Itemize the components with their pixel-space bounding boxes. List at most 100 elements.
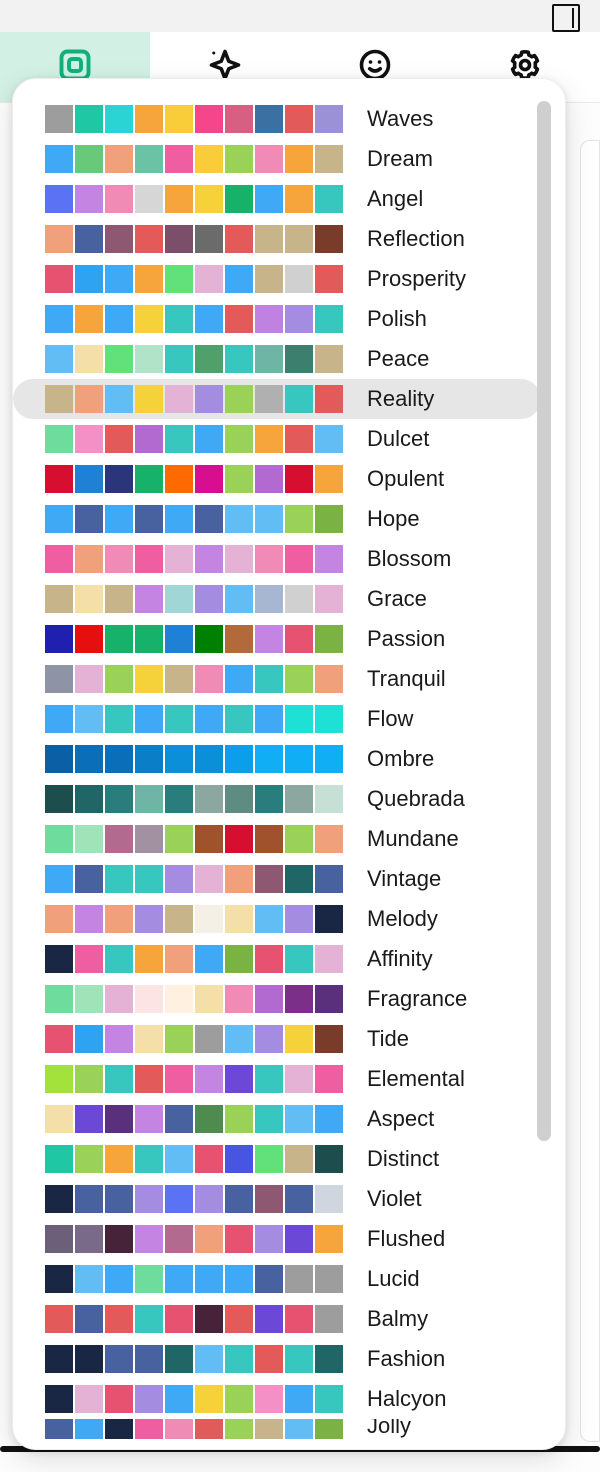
color-swatch (165, 265, 193, 293)
palette-swatches (45, 1265, 345, 1293)
color-swatch (195, 1065, 223, 1093)
side-panel-peek (580, 140, 600, 1442)
color-swatch (195, 505, 223, 533)
color-swatch (255, 785, 283, 813)
color-swatch (105, 1185, 133, 1213)
color-swatch (255, 1025, 283, 1053)
palette-swatches (45, 305, 345, 333)
palette-row[interactable]: Flow (13, 699, 541, 739)
palette-row[interactable]: Fragrance (13, 979, 541, 1019)
color-swatch (225, 425, 253, 453)
color-swatch (135, 745, 163, 773)
color-swatch (105, 505, 133, 533)
color-swatch (195, 1345, 223, 1373)
palette-row[interactable]: Dulcet (13, 419, 541, 459)
color-swatch (75, 1419, 103, 1439)
palette-row[interactable]: Reality (13, 379, 541, 419)
palette-name: Grace (367, 586, 427, 612)
palette-row[interactable]: Halcyon (13, 1379, 541, 1419)
palette-row[interactable]: Flushed (13, 1219, 541, 1259)
color-swatch (225, 1419, 253, 1439)
palette-name: Fragrance (367, 986, 467, 1012)
color-swatch (135, 1385, 163, 1413)
color-swatch (195, 985, 223, 1013)
palette-row[interactable]: Reflection (13, 219, 541, 259)
palette-row[interactable]: Tide (13, 1019, 541, 1059)
color-swatch (165, 1065, 193, 1093)
palette-swatches (45, 1305, 345, 1333)
color-swatch (315, 1065, 343, 1093)
palette-row[interactable]: Violet (13, 1179, 541, 1219)
palette-name: Melody (367, 906, 438, 932)
palette-row[interactable]: Distinct (13, 1139, 541, 1179)
color-swatch (255, 185, 283, 213)
palette-row[interactable]: Jolly (13, 1419, 541, 1439)
palette-row[interactable]: Elemental (13, 1059, 541, 1099)
palette-row[interactable]: Aspect (13, 1099, 541, 1139)
palette-row[interactable]: Peace (13, 339, 541, 379)
color-swatch (165, 305, 193, 333)
palette-row[interactable]: Waves (13, 99, 541, 139)
color-swatch (45, 1345, 73, 1373)
color-swatch (225, 585, 253, 613)
color-swatch (105, 1419, 133, 1439)
color-swatch (105, 1345, 133, 1373)
color-swatch (45, 825, 73, 853)
color-swatch (225, 1105, 253, 1133)
palette-row[interactable]: Dream (13, 139, 541, 179)
palette-row[interactable]: Vintage (13, 859, 541, 899)
palette-name: Halcyon (367, 1386, 446, 1412)
color-swatch (165, 225, 193, 253)
panel-layout-icon[interactable] (552, 4, 580, 32)
palette-row[interactable]: Prosperity (13, 259, 541, 299)
palette-row[interactable]: Opulent (13, 459, 541, 499)
color-swatch (45, 625, 73, 653)
color-swatch (105, 785, 133, 813)
palette-name: Jolly (367, 1419, 411, 1439)
color-swatch (285, 985, 313, 1013)
color-swatch (225, 385, 253, 413)
color-swatch (135, 665, 163, 693)
color-swatch (255, 465, 283, 493)
palette-row[interactable]: Quebrada (13, 779, 541, 819)
color-swatch (75, 265, 103, 293)
color-swatch (165, 465, 193, 493)
color-swatch (165, 785, 193, 813)
palette-row[interactable]: Mundane (13, 819, 541, 859)
palette-row[interactable]: Grace (13, 579, 541, 619)
color-swatch (225, 1145, 253, 1173)
scrollbar-thumb[interactable] (537, 101, 551, 1141)
palette-row[interactable]: Passion (13, 619, 541, 659)
palette-row[interactable]: Blossom (13, 539, 541, 579)
palette-swatches (45, 825, 345, 853)
color-swatch (315, 1105, 343, 1133)
color-swatch (315, 185, 343, 213)
color-swatch (165, 945, 193, 973)
palette-swatches (45, 1025, 345, 1053)
palette-row[interactable]: Polish (13, 299, 541, 339)
color-swatch (75, 785, 103, 813)
color-swatch (285, 385, 313, 413)
palette-row[interactable]: Ombre (13, 739, 541, 779)
palette-row[interactable]: Affinity (13, 939, 541, 979)
palette-row[interactable]: Tranquil (13, 659, 541, 699)
scrollbar-track[interactable] (537, 101, 551, 1427)
color-swatch (225, 225, 253, 253)
palette-row[interactable]: Lucid (13, 1259, 541, 1299)
palette-row[interactable]: Balmy (13, 1299, 541, 1339)
color-swatch (45, 1385, 73, 1413)
color-swatch (315, 1385, 343, 1413)
palette-row[interactable]: Fashion (13, 1339, 541, 1379)
palette-swatches (45, 545, 345, 573)
color-swatch (135, 1265, 163, 1293)
color-swatch (225, 865, 253, 893)
palette-row[interactable]: Angel (13, 179, 541, 219)
color-swatch (225, 905, 253, 933)
palette-row[interactable]: Melody (13, 899, 541, 939)
palette-row[interactable]: Hope (13, 499, 541, 539)
color-swatch (315, 1225, 343, 1253)
color-swatch (105, 345, 133, 373)
palette-name: Ombre (367, 746, 434, 772)
color-swatch (255, 1305, 283, 1333)
palette-list[interactable]: WavesDreamAngelReflectionProsperityPolis… (13, 99, 541, 1439)
